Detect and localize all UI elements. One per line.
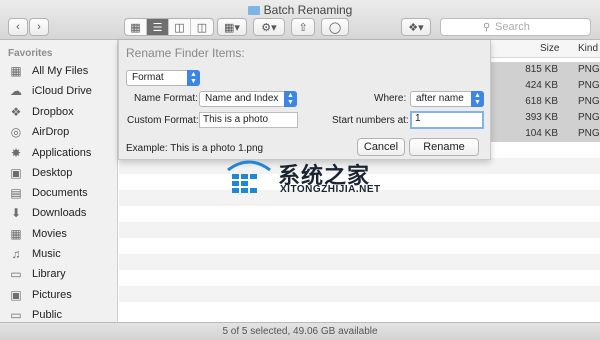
dropbox-icon: ❖▾ bbox=[408, 21, 424, 34]
documents-icon: ▤ bbox=[10, 186, 22, 200]
share-button[interactable]: ⇧ bbox=[291, 18, 315, 36]
folder-icon: ▭ bbox=[10, 308, 22, 322]
popup-arrows-icon: ▲ ▼ bbox=[471, 91, 484, 107]
sidebar-item-airdrop[interactable]: ◎ AirDrop bbox=[8, 123, 70, 141]
sidebar-item-music[interactable]: ♫ Music bbox=[8, 245, 61, 263]
status-bar: 5 of 5 selected, 49.06 GB available bbox=[0, 322, 600, 340]
window-title: Batch Renaming bbox=[0, 3, 600, 17]
coverflow-view-icon[interactable]: ◫ bbox=[191, 19, 213, 35]
custom-format-field[interactable]: This is a photo bbox=[199, 112, 298, 128]
cancel-button[interactable]: Cancel bbox=[357, 138, 405, 156]
empty-row bbox=[119, 254, 600, 270]
all-files-icon: ▦ bbox=[10, 64, 22, 78]
example-text: Example: This is a photo 1.png bbox=[126, 143, 264, 154]
search-field[interactable]: ⚲ Search bbox=[440, 18, 591, 36]
watermark-url: XITONGZHIJIA.NET bbox=[280, 184, 381, 195]
sidebar-item-desktop[interactable]: ▣ Desktop bbox=[8, 164, 72, 182]
empty-row bbox=[119, 286, 600, 302]
popup-arrows-icon: ▲ ▼ bbox=[284, 91, 297, 107]
sidebar-item-library[interactable]: ▭ Library bbox=[8, 265, 65, 283]
sidebar-item-documents[interactable]: ▤ Documents bbox=[8, 184, 87, 202]
toolbar: Batch Renaming ‹ › ▦ ☰ ◫ ◫ ▦▾ ⚙▾ ⇧ ◯ ❖▾ … bbox=[0, 0, 600, 40]
custom-format-label: Custom Format: bbox=[127, 115, 199, 126]
folder-icon bbox=[247, 6, 260, 15]
sidebar-item-icloud-drive[interactable]: ☁ iCloud Drive bbox=[8, 82, 92, 100]
chevron-left-icon: ‹ bbox=[16, 21, 20, 33]
empty-row bbox=[119, 222, 600, 238]
start-numbers-label: Start numbers at: bbox=[332, 115, 409, 126]
column-header-size[interactable]: Size bbox=[540, 43, 559, 54]
column-header: Size Kind bbox=[490, 40, 600, 58]
arrange-button[interactable]: ▦▾ bbox=[217, 18, 247, 36]
popup-arrows-icon: ▲ ▼ bbox=[187, 70, 200, 86]
name-format-popup[interactable]: Name and Index ▲ ▼ bbox=[199, 91, 297, 107]
sidebar-item-pictures[interactable]: ▣ Pictures bbox=[8, 286, 71, 304]
rename-sheet: Rename Finder Items: Format ▲ ▼ Name Form… bbox=[118, 40, 491, 160]
sidebar-item-downloads[interactable]: ⬇ Downloads bbox=[8, 204, 86, 222]
downloads-icon: ⬇ bbox=[10, 206, 22, 220]
sidebar-item-dropbox[interactable]: ❖ Dropbox bbox=[8, 103, 74, 121]
rename-mode-popup[interactable]: Format ▲ ▼ bbox=[126, 70, 200, 86]
where-popup[interactable]: after name ▲ ▼ bbox=[410, 91, 484, 107]
start-numbers-field[interactable]: 1 bbox=[410, 111, 484, 129]
sidebar-item-applications[interactable]: ✸ Applications bbox=[8, 144, 91, 162]
chevron-right-icon: › bbox=[37, 21, 41, 33]
folder-icon: ▭ bbox=[10, 267, 22, 281]
name-format-label: Name Format: bbox=[134, 93, 198, 104]
back-button[interactable]: ‹ bbox=[8, 18, 28, 36]
tags-button[interactable]: ◯ bbox=[321, 18, 349, 36]
arrange-grid-icon: ▦▾ bbox=[224, 21, 240, 34]
cloud-icon: ☁ bbox=[10, 84, 22, 98]
sidebar-heading: Favorites bbox=[8, 48, 53, 59]
dropbox-icon: ❖ bbox=[10, 105, 22, 119]
action-button[interactable]: ⚙▾ bbox=[253, 18, 285, 36]
share-icon: ⇧ bbox=[298, 21, 308, 34]
airdrop-icon: ◎ bbox=[10, 125, 22, 139]
sidebar-item-movies[interactable]: ▦ Movies bbox=[8, 225, 67, 243]
list-view-icon[interactable]: ☰ bbox=[147, 19, 169, 35]
sidebar-item-all-my-files[interactable]: ▦ All My Files bbox=[8, 62, 88, 80]
search-icon: ⚲ bbox=[483, 22, 491, 33]
desktop-icon: ▣ bbox=[10, 166, 22, 180]
watermark-logo-icon bbox=[227, 160, 271, 193]
gear-icon: ⚙▾ bbox=[261, 21, 277, 34]
column-view-icon[interactable]: ◫ bbox=[169, 19, 191, 35]
dropbox-button[interactable]: ❖▾ bbox=[401, 18, 431, 36]
tag-icon: ◯ bbox=[328, 21, 342, 34]
rename-button[interactable]: Rename bbox=[409, 138, 479, 156]
music-icon: ♫ bbox=[11, 247, 21, 261]
forward-button[interactable]: › bbox=[29, 18, 49, 36]
applications-icon: ✸ bbox=[10, 146, 22, 160]
view-mode-selector[interactable]: ▦ ☰ ◫ ◫ bbox=[124, 18, 214, 36]
pictures-icon: ▣ bbox=[10, 288, 22, 302]
sheet-title: Rename Finder Items: bbox=[126, 46, 245, 60]
column-header-kind[interactable]: Kind bbox=[578, 43, 598, 54]
sidebar: Favorites ▦ All My Files ☁ iCloud Drive ❖ D… bbox=[0, 40, 118, 322]
where-label: Where: bbox=[374, 93, 407, 104]
movies-icon: ▦ bbox=[10, 227, 22, 241]
icon-view-icon[interactable]: ▦ bbox=[125, 19, 147, 35]
